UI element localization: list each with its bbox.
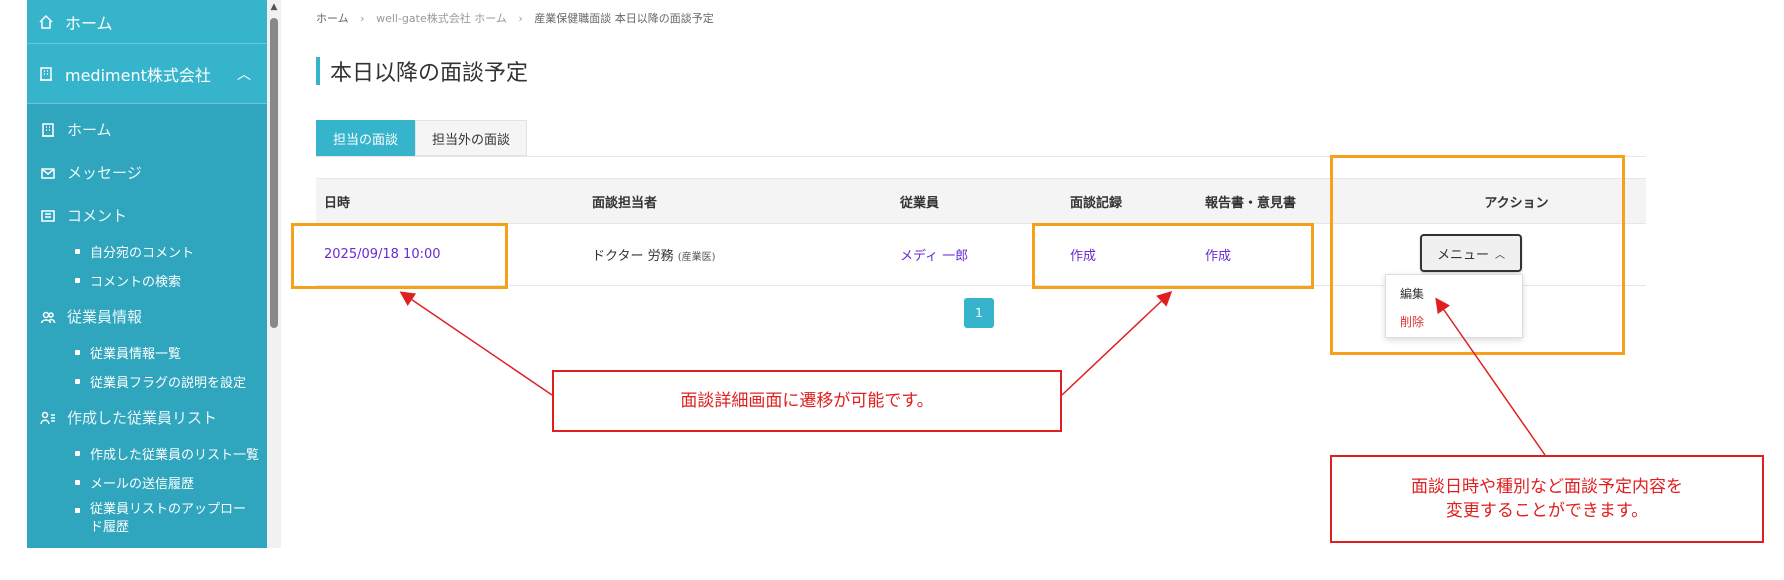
callout-text-line1: 面談日時や種別など面談予定内容を (1411, 477, 1683, 497)
callout-text: 面談詳細画面に遷移が可能です。 (680, 391, 934, 411)
annotation-callout-edit: 面談日時や種別など面談予定内容を 変更することができます。 (1330, 455, 1764, 543)
callout-text-line2: 変更することができます。 (1445, 501, 1649, 521)
annotation-callout-detail: 面談詳細画面に遷移が可能です。 (552, 370, 1062, 432)
arrow-to-datetime (399, 291, 553, 396)
arrow-to-menu (1435, 297, 1546, 456)
arrow-to-record (1061, 290, 1173, 396)
